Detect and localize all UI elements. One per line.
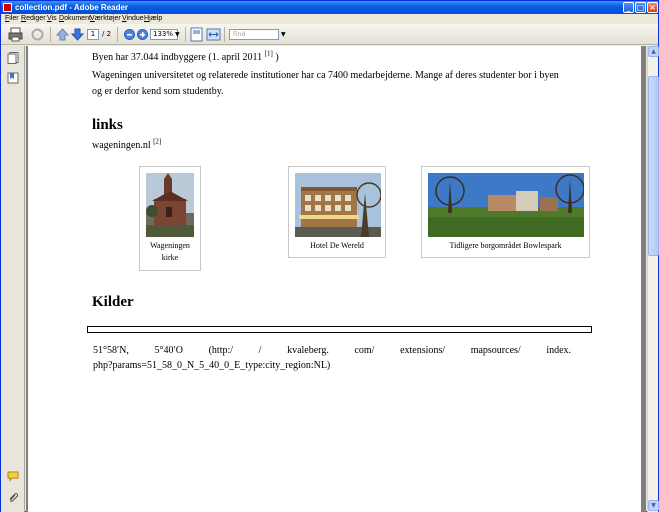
church-photo[interactable] <box>146 173 194 237</box>
pdf-page: Byen har 37.044 indbyggere (1. april 201… <box>28 46 641 512</box>
toolbar-separator <box>117 27 118 42</box>
title-bar[interactable]: collection.pdf - Adobe Reader _ □ × <box>1 1 658 14</box>
coords-part: 5°40′O <box>154 345 183 356</box>
population-text-end: ) <box>272 52 279 63</box>
find-input[interactable]: Find <box>229 29 279 40</box>
pages-icon[interactable] <box>7 52 19 64</box>
wageningen-link[interactable]: wageningen.nl <box>92 140 153 151</box>
figure-hotel: Hotel De Wereld <box>288 166 386 258</box>
coords-part: index. <box>546 345 572 356</box>
university-paragraph: Wageningen universitetet og relaterede i… <box>92 68 592 100</box>
scrollbar-thumb[interactable] <box>648 76 659 256</box>
coordinates-line-1[interactable]: 51°58′N, 5°40′O (http:/ / kvaleberg. com… <box>93 343 571 358</box>
coords-part: 51°58′N, <box>93 345 129 356</box>
fit-width-icon[interactable] <box>206 27 221 42</box>
coords-part: mapsources/ <box>470 345 521 356</box>
toolbar-separator <box>50 27 51 42</box>
page-number-input[interactable]: 1 <box>87 29 99 40</box>
app-window: collection.pdf - Adobe Reader _ □ × File… <box>0 0 659 512</box>
figure-park: Tidligere borgområdet Bowlespark <box>421 166 590 258</box>
toolbar-separator <box>224 27 225 42</box>
menu-rediger[interactable]: Rediger <box>21 14 46 24</box>
coords-part: com/ <box>354 345 375 356</box>
menu-bar: Filer Rediger Vis Dokument Værktøjer Vin… <box>1 14 658 24</box>
window-title: collection.pdf - Adobe Reader <box>15 3 129 12</box>
attachments-icon[interactable] <box>7 492 19 504</box>
kilder-heading: Kilder <box>92 294 134 310</box>
coords-part: / <box>258 345 262 356</box>
park-photo[interactable] <box>428 173 584 237</box>
caption-church-2: kirke <box>161 253 179 262</box>
minimize-button[interactable]: _ <box>623 2 634 13</box>
ref-2[interactable]: [2] <box>153 138 161 146</box>
navigation-pane <box>1 46 25 512</box>
chevron-down-icon[interactable]: ▼ <box>281 29 286 40</box>
menu-vindue[interactable]: Vindue <box>122 14 144 24</box>
population-line: Byen har 37.044 indbyggere (1. april 201… <box>92 50 279 66</box>
bookmarks-icon[interactable] <box>7 72 19 84</box>
toolbar: 1 / 2 133% ▼ Find ▼ <box>1 24 658 45</box>
close-button[interactable]: × <box>647 2 658 13</box>
figure-church: Wageningen kirke <box>139 166 201 271</box>
hotel-photo[interactable] <box>295 173 381 237</box>
caption-park: Tidligere borgområdet Bowlespark <box>449 241 562 250</box>
collaborate-icon[interactable] <box>30 27 45 42</box>
caption-church-1: Wageningen <box>150 241 190 250</box>
coords-part: (http:/ <box>208 345 234 356</box>
links-line: wageningen.nl [2] <box>92 138 161 154</box>
links-heading: links <box>92 117 123 133</box>
university-line-1: Wageningen universitetet og relaterede i… <box>92 70 559 81</box>
menu-vis[interactable]: Vis <box>47 14 57 24</box>
document-area[interactable]: Byen har 37.044 indbyggere (1. april 201… <box>26 46 646 512</box>
zoom-level-select[interactable]: 133% <box>150 29 178 40</box>
references-box <box>87 326 592 333</box>
university-line-2: og er derfor kend som studentby. <box>92 86 224 97</box>
ref-1[interactable]: [1] <box>265 50 273 58</box>
menu-dokument[interactable]: Dokument <box>59 14 91 24</box>
menu-filer[interactable]: Filer <box>5 14 19 24</box>
caption-hotel: Hotel De Wereld <box>310 241 364 250</box>
menu-vaerktojer[interactable]: Værktøjer <box>90 14 121 24</box>
print-icon[interactable] <box>8 27 23 42</box>
maximize-button[interactable]: □ <box>635 2 646 13</box>
previous-page-icon[interactable] <box>55 27 70 42</box>
comments-icon[interactable] <box>7 470 19 482</box>
menu-hjaelp[interactable]: Hjælp <box>144 14 162 24</box>
coordinates-line-2[interactable]: php?params=51_58_0_N_5_40_0_E_type:city_… <box>93 358 330 373</box>
coords-part: extensions/ <box>400 345 446 356</box>
population-text: Byen har 37.044 indbyggere (1. april 201… <box>92 52 265 63</box>
zoom-in-icon[interactable] <box>135 27 150 42</box>
page-total: / 2 <box>102 30 112 38</box>
next-page-icon[interactable] <box>70 27 85 42</box>
scroll-down-icon[interactable]: ▼ <box>648 500 659 511</box>
adobe-reader-icon <box>3 3 12 12</box>
vertical-scrollbar[interactable]: ▲ ▼ <box>647 46 659 512</box>
scroll-up-icon[interactable]: ▲ <box>648 46 659 57</box>
fit-page-icon[interactable] <box>189 27 204 42</box>
toolbar-separator <box>185 27 186 42</box>
coords-part: kvaleberg. <box>287 345 329 356</box>
chevron-down-icon[interactable]: ▼ <box>175 29 180 40</box>
